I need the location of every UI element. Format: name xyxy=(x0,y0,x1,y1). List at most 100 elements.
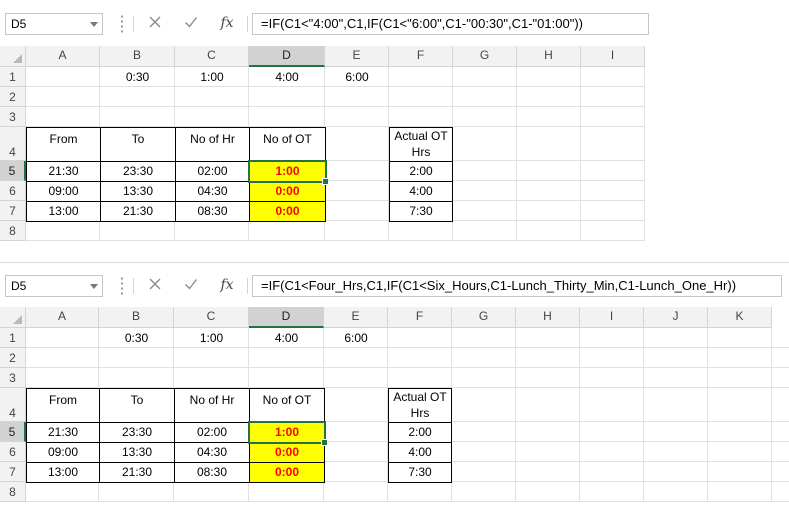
cell-b1[interactable]: 0:30 xyxy=(99,328,174,348)
fx-icon[interactable]: fx xyxy=(216,274,238,296)
column-header-f[interactable]: F xyxy=(388,307,452,328)
cell-a7[interactable]: 13:00 xyxy=(26,201,101,222)
formula-bar-grip[interactable] xyxy=(120,276,124,296)
formula-bar-grip[interactable] xyxy=(120,14,124,34)
cell-d4-header[interactable]: No of OT xyxy=(249,127,326,162)
cell-d5[interactable]: 1:00 xyxy=(249,161,326,182)
chevron-down-icon[interactable] xyxy=(90,22,98,27)
cell-a7[interactable]: 13:00 xyxy=(26,462,100,483)
cell-a4-header[interactable]: From xyxy=(26,388,100,423)
cell-b4-header[interactable]: To xyxy=(100,127,176,162)
column-header-d[interactable]: D xyxy=(249,307,324,328)
cell-b7[interactable]: 21:30 xyxy=(100,201,176,222)
column-header-i[interactable]: I xyxy=(580,307,644,328)
cell-a6[interactable]: 09:00 xyxy=(26,181,101,202)
cell-c7[interactable]: 08:30 xyxy=(175,201,250,222)
column-header-e[interactable]: E xyxy=(324,307,388,328)
cell-c4-header[interactable]: No of Hr xyxy=(175,127,250,162)
row-header-1[interactable]: 1 xyxy=(0,67,26,87)
column-header-j[interactable]: J xyxy=(644,307,708,328)
row-header-8[interactable]: 8 xyxy=(0,221,26,241)
row-header-2[interactable]: 2 xyxy=(0,87,26,107)
cell-e1[interactable]: 6:00 xyxy=(324,328,388,348)
column-header-g[interactable]: G xyxy=(453,46,517,67)
cell-f7[interactable]: 7:30 xyxy=(389,201,453,222)
name-box[interactable]: D5 xyxy=(5,275,103,297)
cell-b1[interactable]: 0:30 xyxy=(100,67,175,87)
column-header-g[interactable]: G xyxy=(452,307,516,328)
row-header-6[interactable]: 6 xyxy=(0,442,26,462)
cell-d1[interactable]: 4:00 xyxy=(249,328,324,348)
column-header-b[interactable]: B xyxy=(100,46,175,67)
fill-handle[interactable] xyxy=(322,178,329,185)
row-header-1[interactable]: 1 xyxy=(0,328,26,348)
column-header-d[interactable]: D xyxy=(249,46,325,67)
column-header-c[interactable]: C xyxy=(174,307,249,328)
name-box[interactable]: D5 xyxy=(5,13,103,35)
cell-c4-header[interactable]: No of Hr xyxy=(174,388,250,423)
cell-c7[interactable]: 08:30 xyxy=(174,462,250,483)
cell-d7[interactable]: 0:00 xyxy=(249,201,326,222)
column-header-e[interactable]: E xyxy=(325,46,389,67)
cell-d6[interactable]: 0:00 xyxy=(249,442,325,463)
cell-f4-header[interactable]: Actual OT Hrs xyxy=(389,127,453,162)
cell-c5[interactable]: 02:00 xyxy=(174,422,250,443)
column-header-c[interactable]: C xyxy=(175,46,249,67)
cell-b5[interactable]: 23:30 xyxy=(100,161,176,182)
row-header-8[interactable]: 8 xyxy=(0,482,26,502)
cell-b7[interactable]: 21:30 xyxy=(99,462,175,483)
cell-c1[interactable]: 1:00 xyxy=(174,328,249,348)
cell-a5[interactable]: 21:30 xyxy=(26,422,100,443)
column-header-a[interactable]: A xyxy=(26,46,100,67)
fx-icon[interactable]: fx xyxy=(216,12,238,34)
cell-f6[interactable]: 4:00 xyxy=(389,181,453,202)
cell-c1[interactable]: 1:00 xyxy=(175,67,249,87)
column-header-f[interactable]: F xyxy=(389,46,453,67)
cell-f6[interactable]: 4:00 xyxy=(388,442,452,463)
cancel-x-icon[interactable] xyxy=(144,274,166,296)
row-header-4[interactable]: 4 xyxy=(0,127,26,161)
select-all-button[interactable] xyxy=(0,307,26,328)
cancel-x-icon[interactable] xyxy=(144,12,166,34)
cell-f5[interactable]: 2:00 xyxy=(388,422,452,443)
cell-b5[interactable]: 23:30 xyxy=(99,422,175,443)
cell-c6[interactable]: 04:30 xyxy=(174,442,250,463)
row-header-2[interactable]: 2 xyxy=(0,348,26,368)
row-header-3[interactable]: 3 xyxy=(0,368,26,388)
chevron-down-icon[interactable] xyxy=(90,284,98,289)
cell-b6[interactable]: 13:30 xyxy=(99,442,175,463)
row-header-7[interactable]: 7 xyxy=(0,462,26,482)
cell-b6[interactable]: 13:30 xyxy=(100,181,176,202)
cell-f4-header[interactable]: Actual OT Hrs xyxy=(388,388,452,423)
cell-d1[interactable]: 4:00 xyxy=(249,67,325,87)
check-icon[interactable] xyxy=(180,274,202,296)
row-header-4[interactable]: 4 xyxy=(0,388,26,422)
cell-e1[interactable]: 6:00 xyxy=(325,67,389,87)
cell-a4-header[interactable]: From xyxy=(26,127,101,162)
column-header-i[interactable]: I xyxy=(581,46,645,67)
select-all-button[interactable] xyxy=(0,46,26,67)
cell-c6[interactable]: 04:30 xyxy=(175,181,250,202)
cell-f7[interactable]: 7:30 xyxy=(388,462,452,483)
row-header-3[interactable]: 3 xyxy=(0,107,26,127)
cell-b4-header[interactable]: To xyxy=(99,388,175,423)
column-header-h[interactable]: H xyxy=(516,307,580,328)
row-header-7[interactable]: 7 xyxy=(0,201,26,221)
formula-input[interactable]: =IF(C1<"4:00",C1,IF(C1<"6:00",C1-"00:30"… xyxy=(252,13,649,35)
cell-a6[interactable]: 09:00 xyxy=(26,442,100,463)
cell-d4-header[interactable]: No of OT xyxy=(249,388,325,423)
cell-f5[interactable]: 2:00 xyxy=(389,161,453,182)
column-header-b[interactable]: B xyxy=(99,307,174,328)
check-icon[interactable] xyxy=(180,12,202,34)
row-header-6[interactable]: 6 xyxy=(0,181,26,201)
fill-handle[interactable] xyxy=(321,439,328,446)
cell-d7[interactable]: 0:00 xyxy=(249,462,325,483)
row-header-5[interactable]: 5 xyxy=(0,422,26,442)
column-header-h[interactable]: H xyxy=(517,46,581,67)
formula-input[interactable]: =IF(C1<Four_Hrs,C1,IF(C1<Six_Hours,C1-Lu… xyxy=(252,275,782,297)
column-header-k[interactable]: K xyxy=(708,307,772,328)
cell-a5[interactable]: 21:30 xyxy=(26,161,101,182)
cell-d5[interactable]: 1:00 xyxy=(249,422,325,443)
cell-d6[interactable]: 0:00 xyxy=(249,181,326,202)
cell-c5[interactable]: 02:00 xyxy=(175,161,250,182)
